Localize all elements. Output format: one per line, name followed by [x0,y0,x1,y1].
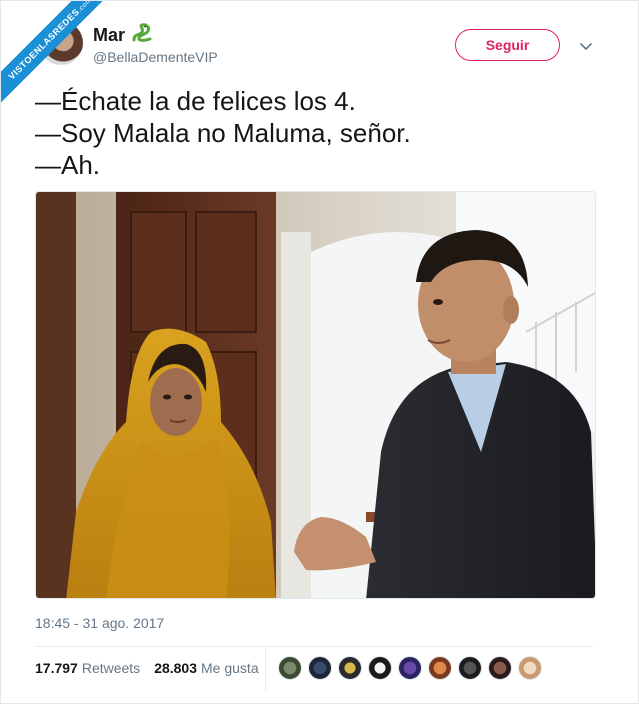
liker-avatar[interactable] [428,656,452,680]
tweet-timestamp[interactable]: 18:45 - 31 ago. 2017 [35,615,164,631]
liker-avatar[interactable] [338,656,362,680]
liker-avatar[interactable] [518,656,542,680]
tweet-stats: 17.797 Retweets 28.803 Me gusta [35,660,259,676]
retweets-label: Retweets [81,660,141,676]
chevron-down-icon[interactable] [577,37,595,55]
liker-avatar[interactable] [368,656,392,680]
liker-avatar[interactable] [488,656,512,680]
liker-avatar[interactable] [398,656,422,680]
divider [35,646,593,647]
likes-label: Me gusta [201,660,259,676]
tweet-line: —Ah. [35,150,101,180]
likes-stat[interactable]: 28.803 Me gusta [154,660,258,676]
watermark-ribbon: VISTOENLASREDES.com [1,1,125,113]
liker-avatar[interactable] [278,656,302,680]
liker-avatars [278,656,542,680]
photo-illustration [36,192,595,598]
stats-separator [265,649,266,691]
liker-avatar[interactable] [458,656,482,680]
tweet-card: VISTOENLASREDES.com Mar @BellaDementeVIP… [0,0,639,704]
follow-button[interactable]: Seguir [455,29,560,61]
retweets-count: 17.797 [35,660,78,676]
liker-avatar[interactable] [308,656,332,680]
tweet-photo[interactable] [35,191,596,599]
watermark: VISTOENLASREDES.com [1,1,141,141]
likes-count: 28.803 [154,660,198,676]
retweets-stat[interactable]: 17.797 Retweets [35,660,140,676]
